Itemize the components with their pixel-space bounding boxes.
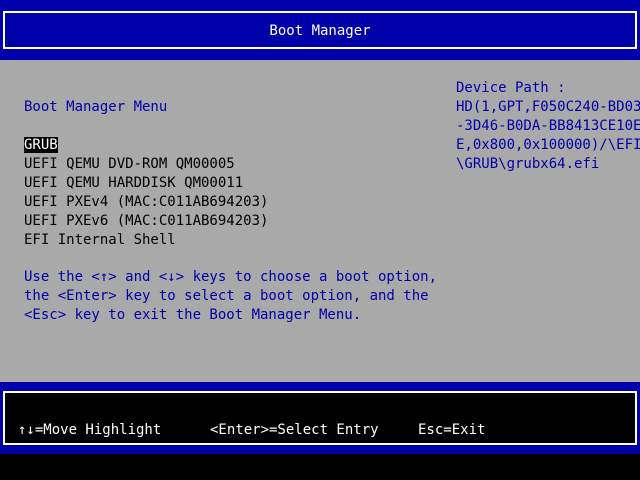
boot-manager-screen: Boot Manager Boot Manager Menu GRUB UEFI… <box>0 0 640 480</box>
boot-option-list: GRUB UEFI QEMU DVD-ROM QM00005 UEFI QEMU… <box>24 136 268 250</box>
page-title: Boot Manager <box>269 23 371 39</box>
boot-option-efi-shell[interactable]: EFI Internal Shell <box>24 231 268 250</box>
boot-option-pxev6[interactable]: UEFI PXEv6 (MAC:C011AB694203) <box>24 212 268 231</box>
title-frame: Boot Manager <box>3 11 637 49</box>
boot-option-label: EFI Internal Shell <box>24 232 176 248</box>
key-hint-bar: ↑↓=Move Highlight <Enter>=Select Entry E… <box>0 382 640 454</box>
device-path-line: -3D46-B0DA-BB8413CE10E <box>456 118 640 134</box>
device-path-line: \GRUB\grubx64.efi <box>456 156 600 172</box>
device-path-label: Device Path : <box>456 80 566 96</box>
select-entry-hint: <Enter>=Select Entry <box>210 422 379 438</box>
menu-heading: Boot Manager Menu <box>24 99 168 115</box>
boot-option-label: UEFI QEMU DVD-ROM QM00005 <box>24 156 235 172</box>
boot-option-label: UEFI PXEv4 (MAC:C011AB694203) <box>24 194 269 210</box>
bottom-margin <box>0 454 640 480</box>
main-panel: Boot Manager Menu GRUB UEFI QEMU DVD-ROM… <box>0 60 640 382</box>
boot-option-grub[interactable]: GRUB <box>24 136 268 155</box>
help-line: <Esc> key to exit the Boot Manager Menu. <box>24 307 362 323</box>
title-bar: Boot Manager <box>0 0 640 60</box>
boot-option-dvd-rom[interactable]: UEFI QEMU DVD-ROM QM00005 <box>24 155 268 174</box>
device-path-line: HD(1,GPT,F050C240-BD03 <box>456 99 640 115</box>
boot-option-label: UEFI PXEv6 (MAC:C011AB694203) <box>24 213 269 229</box>
help-line: the <Enter> key to select a boot option,… <box>24 288 429 304</box>
key-hint-frame: ↑↓=Move Highlight <Enter>=Select Entry E… <box>3 391 637 445</box>
device-path-panel: Device Path : HD(1,GPT,F050C240-BD03 -3D… <box>456 79 640 174</box>
boot-option-label: GRUB <box>24 137 58 153</box>
boot-option-pxev4[interactable]: UEFI PXEv4 (MAC:C011AB694203) <box>24 193 268 212</box>
help-line: Use the <↑> and <↓> keys to choose a boo… <box>24 269 438 285</box>
boot-option-harddisk[interactable]: UEFI QEMU HARDDISK QM00011 <box>24 174 268 193</box>
boot-option-label: UEFI QEMU HARDDISK QM00011 <box>24 175 244 191</box>
device-path-line: E,0x800,0x100000)/\EFI <box>456 137 640 153</box>
move-highlight-hint: ↑↓=Move Highlight <box>18 422 162 438</box>
help-text: Use the <↑> and <↓> keys to choose a boo… <box>24 268 437 325</box>
exit-hint: Esc=Exit <box>418 422 486 438</box>
